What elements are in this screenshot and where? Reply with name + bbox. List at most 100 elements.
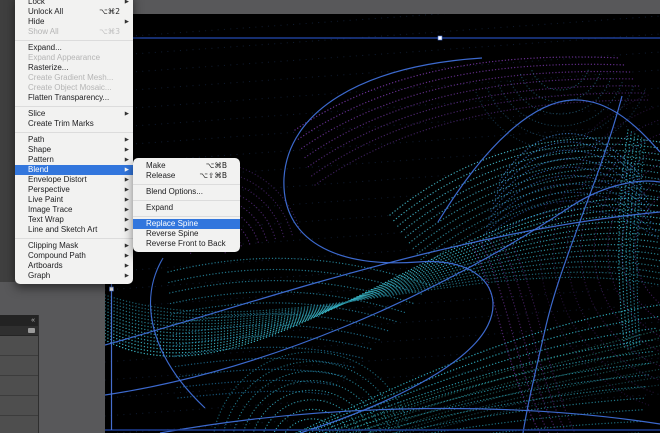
layers-panel[interactable]: « — [0, 315, 39, 433]
menu-item-unlock-all[interactable]: Unlock All ⌥⌘2 — [15, 7, 133, 17]
menu-item-label: Text Wrap — [28, 215, 120, 225]
menu-item-label: Create Trim Marks — [28, 119, 120, 129]
menu-item-show-all: Show All ⌥⌘3 — [15, 27, 133, 37]
menu-item-label: Slice — [28, 109, 120, 119]
menu-item-label: Image Trace — [28, 205, 120, 215]
menu-item-label: Flatten Transparency... — [28, 93, 120, 103]
menu-item-label: Create Object Mosaic... — [28, 83, 120, 93]
blend-submenu: Make ⌥⌘B Release ⌥⇧⌘B Blend Options... Expand… — [133, 158, 240, 252]
menu-shortcut: ⌥⇧⌘B — [199, 171, 227, 181]
menu-item-flatten-transparency[interactable]: Flatten Transparency... — [15, 93, 133, 103]
submenu-arrow-icon: ▶ — [122, 0, 129, 7]
menu-item-replace-spine[interactable]: Replace Spine — [133, 219, 240, 229]
menu-item-blend[interactable]: Blend▶ — [15, 165, 133, 175]
menu-item-label: Expand Appearance — [28, 53, 120, 63]
menu-item-label: Envelope Distort — [28, 175, 120, 185]
menu-item-label: Release — [146, 171, 191, 181]
submenu-arrow-icon: ▶ — [122, 195, 129, 205]
panel-row[interactable] — [0, 376, 38, 396]
menu-item-expand[interactable]: Expand — [133, 203, 240, 213]
object-menu: Lock▶Unlock All⌥⌘2Hide▶Show All⌥⌘3Expand… — [15, 0, 133, 284]
menu-item-reverse-front-to-back[interactable]: Reverse Front to Back — [133, 239, 240, 249]
submenu-arrow-icon: ▶ — [122, 155, 129, 165]
menu-item-label: Pattern — [28, 155, 120, 165]
menu-item-make[interactable]: Make ⌥⌘B — [133, 161, 240, 171]
menu-item-lock[interactable]: Lock▶ — [15, 0, 133, 7]
submenu-arrow-icon: ▶ — [122, 17, 129, 27]
menu-item-label: Compound Path — [28, 251, 120, 261]
collapse-panel-icon[interactable]: « — [31, 315, 35, 326]
menu-item-image-trace[interactable]: Image Trace▶ — [15, 205, 133, 215]
submenu-arrow-icon: ▶ — [122, 215, 129, 225]
menu-shortcut: ⌥⌘3 — [99, 27, 120, 37]
menu-item-text-wrap[interactable]: Text Wrap▶ — [15, 215, 133, 225]
menu-item-envelope-distort[interactable]: Envelope Distort▶ — [15, 175, 133, 185]
panel-header[interactable]: « — [0, 315, 38, 326]
submenu-arrow-icon: ▶ — [122, 251, 129, 261]
menu-item-label: Blend — [28, 165, 120, 175]
menu-separator — [15, 106, 133, 107]
menu-item-label: Line and Sketch Art — [28, 225, 120, 235]
menu-separator — [133, 200, 240, 201]
menu-item-graph[interactable]: Graph▶ — [15, 271, 133, 281]
menu-item-label: Unlock All — [28, 7, 91, 17]
menu-item-reverse-spine[interactable]: Reverse Spine — [133, 229, 240, 239]
panel-row[interactable] — [0, 396, 38, 416]
panel-toolbar[interactable] — [0, 326, 38, 336]
menu-item-artboards[interactable]: Artboards▶ — [15, 261, 133, 271]
submenu-arrow-icon: ▶ — [122, 109, 129, 119]
menu-item-create-object-mosaic: Create Object Mosaic... — [15, 83, 133, 93]
menu-item-path[interactable]: Path▶ — [15, 135, 133, 145]
menu-item-label: Create Gradient Mesh... — [28, 73, 120, 83]
menu-item-label: Graph — [28, 271, 120, 281]
menu-item-line-and-sketch-art[interactable]: Line and Sketch Art▶ — [15, 225, 133, 235]
menu-separator — [133, 184, 240, 185]
menu-item-slice[interactable]: Slice▶ — [15, 109, 133, 119]
menu-item-label: Live Paint — [28, 195, 120, 205]
menu-item-label: Perspective — [28, 185, 120, 195]
panel-option-icon[interactable] — [28, 328, 35, 333]
submenu-arrow-icon: ▶ — [122, 271, 129, 281]
menu-item-rasterize[interactable]: Rasterize... — [15, 63, 133, 73]
menu-separator — [15, 40, 133, 41]
menu-item-label: Show All — [28, 27, 91, 37]
menu-item-release[interactable]: Release ⌥⇧⌘B — [133, 171, 240, 181]
submenu-arrow-icon: ▶ — [122, 185, 129, 195]
menu-item-create-gradient-mesh: Create Gradient Mesh... — [15, 73, 133, 83]
menu-shortcut: ⌥⌘2 — [99, 7, 120, 17]
menu-item-label: Artboards — [28, 261, 120, 271]
menu-item-label: Shape — [28, 145, 120, 155]
submenu-arrow-icon: ▶ — [122, 135, 129, 145]
menu-item-expand[interactable]: Expand... — [15, 43, 133, 53]
menu-item-clipping-mask[interactable]: Clipping Mask▶ — [15, 241, 133, 251]
menu-item-expand-appearance: Expand Appearance — [15, 53, 133, 63]
menu-separator — [15, 238, 133, 239]
menu-item-shape[interactable]: Shape▶ — [15, 145, 133, 155]
menu-item-create-trim-marks[interactable]: Create Trim Marks — [15, 119, 133, 129]
menu-item-label: Expand — [146, 203, 227, 213]
menu-item-perspective[interactable]: Perspective▶ — [15, 185, 133, 195]
menu-item-label: Clipping Mask — [28, 241, 120, 251]
panel-row[interactable] — [0, 336, 38, 356]
menu-item-label: Rasterize... — [28, 63, 120, 73]
submenu-arrow-icon: ▶ — [122, 165, 129, 175]
menu-item-pattern[interactable]: Pattern▶ — [15, 155, 133, 165]
panel-row[interactable] — [0, 356, 38, 376]
menu-item-label: Reverse Spine — [146, 229, 227, 239]
menu-item-label: Hide — [28, 17, 120, 27]
menu-item-label: Expand... — [28, 43, 120, 53]
menu-item-label: Make — [146, 161, 198, 171]
illustrator-window: « Lock▶Unlock All⌥⌘2Hide▶Show All⌥⌘3Expa… — [0, 0, 660, 433]
menu-item-hide[interactable]: Hide▶ — [15, 17, 133, 27]
menu-item-label: Replace Spine — [146, 219, 227, 229]
menu-item-compound-path[interactable]: Compound Path▶ — [15, 251, 133, 261]
menu-item-label: Lock — [28, 0, 120, 7]
menu-item-live-paint[interactable]: Live Paint▶ — [15, 195, 133, 205]
submenu-arrow-icon: ▶ — [122, 225, 129, 235]
anchor-point[interactable] — [438, 36, 442, 40]
anchor-point[interactable] — [110, 287, 114, 291]
menu-shortcut: ⌥⌘B — [206, 161, 227, 171]
submenu-arrow-icon: ▶ — [122, 261, 129, 271]
submenu-arrow-icon: ▶ — [122, 205, 129, 215]
menu-item-blend-options[interactable]: Blend Options... — [133, 187, 240, 197]
